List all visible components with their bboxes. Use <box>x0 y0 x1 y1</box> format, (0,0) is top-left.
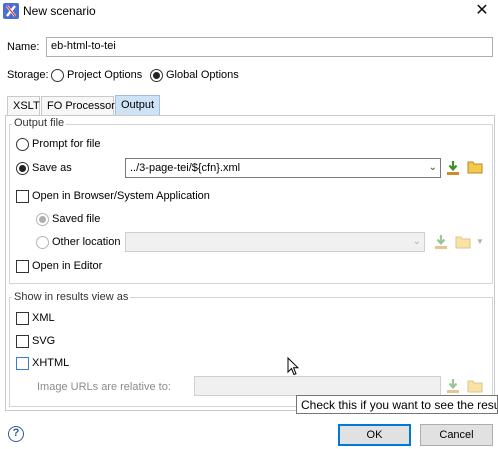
other-location-radio[interactable] <box>36 236 49 249</box>
browse-folder-icon[interactable] <box>467 160 483 174</box>
global-options-label: Global Options <box>166 69 239 81</box>
open-in-editor-checkbox[interactable] <box>16 260 29 273</box>
title-bar: New scenario ✕ <box>0 0 498 24</box>
tab-xslt[interactable]: XSLT <box>7 96 40 116</box>
mouse-cursor-icon <box>287 357 299 376</box>
project-options-radio[interactable] <box>51 69 64 82</box>
browse-folder-icon[interactable] <box>455 235 471 249</box>
insert-editor-variable-icon[interactable] <box>434 234 448 250</box>
prompt-for-file-radio[interactable] <box>16 138 29 151</box>
name-field[interactable]: eb-html-to-tei <box>46 37 493 57</box>
tab-output[interactable]: Output <box>115 95 160 116</box>
open-in-browser-checkbox[interactable] <box>16 190 29 203</box>
ok-button[interactable]: OK <box>338 424 411 446</box>
window-title: New scenario <box>23 4 96 18</box>
saved-file-label: Saved file <box>52 213 101 225</box>
browse-folder-icon[interactable] <box>467 379 483 393</box>
prompt-for-file-label: Prompt for file <box>32 138 101 150</box>
results-view-legend: Show in results view as <box>12 291 131 303</box>
save-as-label: Save as <box>32 162 72 174</box>
storage-label: Storage: <box>7 69 49 81</box>
project-options-label: Project Options <box>67 69 143 81</box>
other-location-combo[interactable]: ⌄ <box>125 232 425 252</box>
xhtml-label: XHTML <box>32 357 70 369</box>
other-location-label: Other location <box>52 236 121 248</box>
cancel-button[interactable]: Cancel <box>420 424 493 446</box>
open-in-browser-label: Open in Browser/System Application <box>32 190 210 202</box>
help-icon[interactable]: ? <box>8 426 24 442</box>
saved-file-radio[interactable] <box>36 213 49 226</box>
svg-checkbox[interactable] <box>16 335 29 348</box>
output-file-legend: Output file <box>12 117 67 129</box>
chevron-down-icon[interactable]: ⌄ <box>429 162 437 173</box>
xhtml-checkbox[interactable] <box>16 357 29 370</box>
image-urls-field[interactable] <box>194 376 441 396</box>
app-x-icon <box>3 3 19 19</box>
global-options-radio[interactable] <box>150 69 163 82</box>
save-as-combo[interactable]: ../3-page-tei/${cfn}.xml ⌄ <box>125 158 441 178</box>
save-as-radio[interactable] <box>16 162 29 175</box>
chevron-down-icon[interactable]: ⌄ <box>413 236 421 247</box>
image-urls-label: Image URLs are relative to: <box>37 381 171 393</box>
chevron-down-icon[interactable]: ▼ <box>476 237 484 246</box>
insert-editor-variable-icon[interactable] <box>446 160 460 176</box>
svg-label: SVG <box>32 335 56 347</box>
save-as-value[interactable]: ../3-page-tei/${cfn}.xml <box>130 162 240 174</box>
insert-editor-variable-icon[interactable] <box>446 378 460 394</box>
close-icon[interactable]: ✕ <box>466 1 498 23</box>
tooltip: Check this if you want to see the resul <box>296 395 498 414</box>
open-in-editor-label: Open in Editor <box>32 260 103 272</box>
xml-label: XML <box>32 312 55 324</box>
name-label: Name: <box>7 41 40 53</box>
tab-fo-processor[interactable]: FO Processor <box>41 96 115 116</box>
xml-checkbox[interactable] <box>16 312 29 325</box>
